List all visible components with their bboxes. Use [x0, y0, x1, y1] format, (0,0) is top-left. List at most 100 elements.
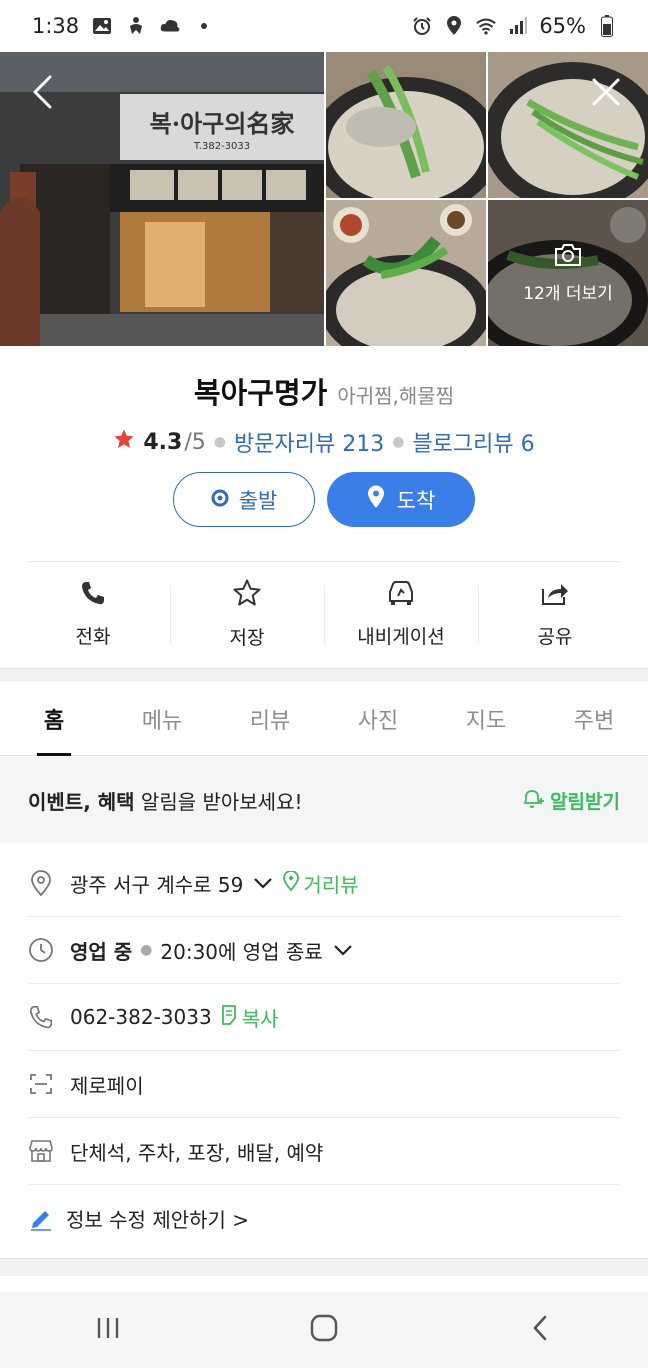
copy-phone-button[interactable]: 복사: [220, 1003, 279, 1032]
status-time: 1:38: [32, 14, 80, 38]
wifi-icon: [475, 15, 497, 37]
gallery-notification-icon: [91, 15, 113, 37]
street-view-label: 거리뷰: [303, 872, 359, 897]
subscribe-alert-label: 알림받기: [550, 790, 620, 813]
section-divider: [0, 1258, 648, 1276]
camera-icon: [553, 242, 583, 273]
system-back-button[interactable]: [510, 1300, 570, 1360]
action-bar: 전화 저장 내비게이션 공유: [16, 562, 632, 666]
location-icon: [443, 15, 465, 37]
map-pin-icon: [28, 870, 54, 896]
start-point-icon: [211, 488, 229, 512]
photo-gallery[interactable]: 복·아구의名家 T.382-3033 12개 더보기: [0, 52, 648, 346]
arrive-label: 도착: [396, 488, 436, 513]
more-photos-overlay[interactable]: 12개 더보기: [488, 200, 648, 346]
chevron-left-icon: [30, 74, 54, 114]
recent-apps-button[interactable]: [78, 1300, 138, 1360]
battery-percent: 65%: [539, 14, 586, 38]
chevron-down-icon[interactable]: [333, 938, 353, 962]
address-text: 광주 서구 계수로 59: [70, 872, 244, 897]
payment-text: 제로페이: [70, 1073, 144, 1098]
more-photos-label: 12개 더보기: [523, 284, 613, 304]
event-text: 이벤트, 혜택 알림을 받아보세요!: [28, 789, 303, 814]
share-action[interactable]: 공유: [478, 562, 632, 666]
scan-icon: [28, 1071, 54, 1097]
facilities-row: 단체석, 주차, 포장, 배달, 예약: [28, 1118, 620, 1185]
place-category: 아귀찜,해물찜: [337, 384, 455, 408]
street-view-pin-icon: [283, 869, 300, 896]
tab-nearby[interactable]: 주변: [540, 682, 648, 755]
cloud-notification-icon: [159, 15, 181, 37]
call-action[interactable]: 전화: [16, 562, 170, 666]
battery-icon: [596, 15, 618, 37]
event-banner: 이벤트, 혜택 알림을 받아보세요! 알림받기: [0, 757, 648, 843]
home-icon: [310, 1314, 338, 1346]
suggest-edit-text: 정보 수정 제안하기 >: [66, 1208, 250, 1232]
clock-icon: [28, 937, 54, 963]
tab-menu[interactable]: 메뉴: [108, 682, 216, 755]
address-row[interactable]: 광주 서구 계수로 59 거리뷰: [28, 850, 620, 917]
signal-icon: [507, 15, 529, 37]
phone-number: 062-382-3033: [70, 1005, 212, 1029]
copy-icon: [220, 1004, 238, 1031]
copy-label: 복사: [241, 1006, 279, 1031]
start-button[interactable]: 출발: [173, 472, 315, 527]
tab-map[interactable]: 지도: [432, 682, 540, 755]
payment-row: 제로페이: [28, 1051, 620, 1118]
subscribe-alert-button[interactable]: 알림받기: [520, 786, 620, 815]
open-status: 영업 중: [70, 939, 133, 964]
separator-dot: ●: [392, 434, 405, 450]
save-action[interactable]: 저장: [170, 562, 324, 666]
suggest-edit-row[interactable]: 정보 수정 제안하기 >: [28, 1185, 620, 1252]
tab-home[interactable]: 홈: [0, 682, 108, 755]
location-pin-icon: [367, 485, 385, 514]
place-name: 복아구명가: [193, 376, 328, 410]
place-header: 복아구명가 아귀찜,해물찜 4.3 /5 ● 방문자리뷰 213 ● 블로그리뷰…: [0, 346, 648, 458]
storefront-sign-text: 복·아구의名家: [149, 109, 295, 138]
section-divider: [0, 668, 648, 682]
street-view-link[interactable]: 거리뷰: [283, 869, 359, 898]
navigation-action[interactable]: 내비게이션: [324, 562, 478, 666]
visitor-reviews-link[interactable]: 방문자리뷰 213: [234, 426, 384, 458]
phone-row[interactable]: 062-382-3033 복사: [28, 984, 620, 1051]
hours-row[interactable]: 영업 중 ● 20:30에 영업 종료: [28, 917, 620, 984]
share-label: 공유: [537, 626, 573, 648]
food-photo-4[interactable]: 12개 더보기: [488, 200, 648, 346]
store-icon: [28, 1138, 54, 1164]
alarm-icon: [411, 15, 433, 37]
storefront-sign-phone: T.382-3033: [193, 141, 251, 152]
more-notifications-dot-icon: [193, 15, 215, 37]
food-photo-3[interactable]: [326, 200, 486, 346]
back-button[interactable]: [20, 72, 64, 116]
facilities-text: 단체석, 주차, 포장, 배달, 예약: [70, 1140, 324, 1165]
blog-reviews-link[interactable]: 블로그리뷰 6: [412, 426, 534, 458]
pencil-icon: [28, 1206, 54, 1232]
start-label: 출발: [238, 488, 278, 513]
chevron-down-icon[interactable]: [253, 871, 273, 895]
phone-icon: [79, 579, 107, 612]
phone-outline-icon: [28, 1004, 54, 1030]
separator-dot: ●: [213, 434, 226, 450]
status-bar: 1:38 65%: [0, 0, 648, 52]
save-label: 저장: [229, 627, 265, 649]
arrive-button[interactable]: 도착: [327, 472, 475, 527]
navigation-label: 내비게이션: [357, 626, 445, 648]
rating-value: 4.3: [143, 429, 183, 455]
tab-bar: 홈 메뉴 리뷰 사진 지도 주변: [0, 682, 648, 756]
share-icon: [540, 579, 570, 612]
tab-review[interactable]: 리뷰: [216, 682, 324, 755]
home-button[interactable]: [294, 1300, 354, 1360]
system-navigation-bar: [0, 1292, 648, 1368]
separator-dot: ●: [140, 942, 153, 958]
recent-apps-icon: [95, 1316, 121, 1344]
food-photo-1[interactable]: [326, 52, 486, 198]
close-button[interactable]: [584, 72, 628, 116]
rating-max: /5: [184, 429, 206, 455]
route-buttons: 출발 도착: [0, 472, 648, 527]
car-icon: [386, 579, 416, 612]
accessibility-notification-icon: [125, 15, 147, 37]
tab-photo[interactable]: 사진: [324, 682, 432, 755]
close-time: 20:30에 영업 종료: [160, 939, 323, 964]
bell-plus-icon: [520, 786, 545, 815]
star-outline-icon: [232, 578, 262, 613]
